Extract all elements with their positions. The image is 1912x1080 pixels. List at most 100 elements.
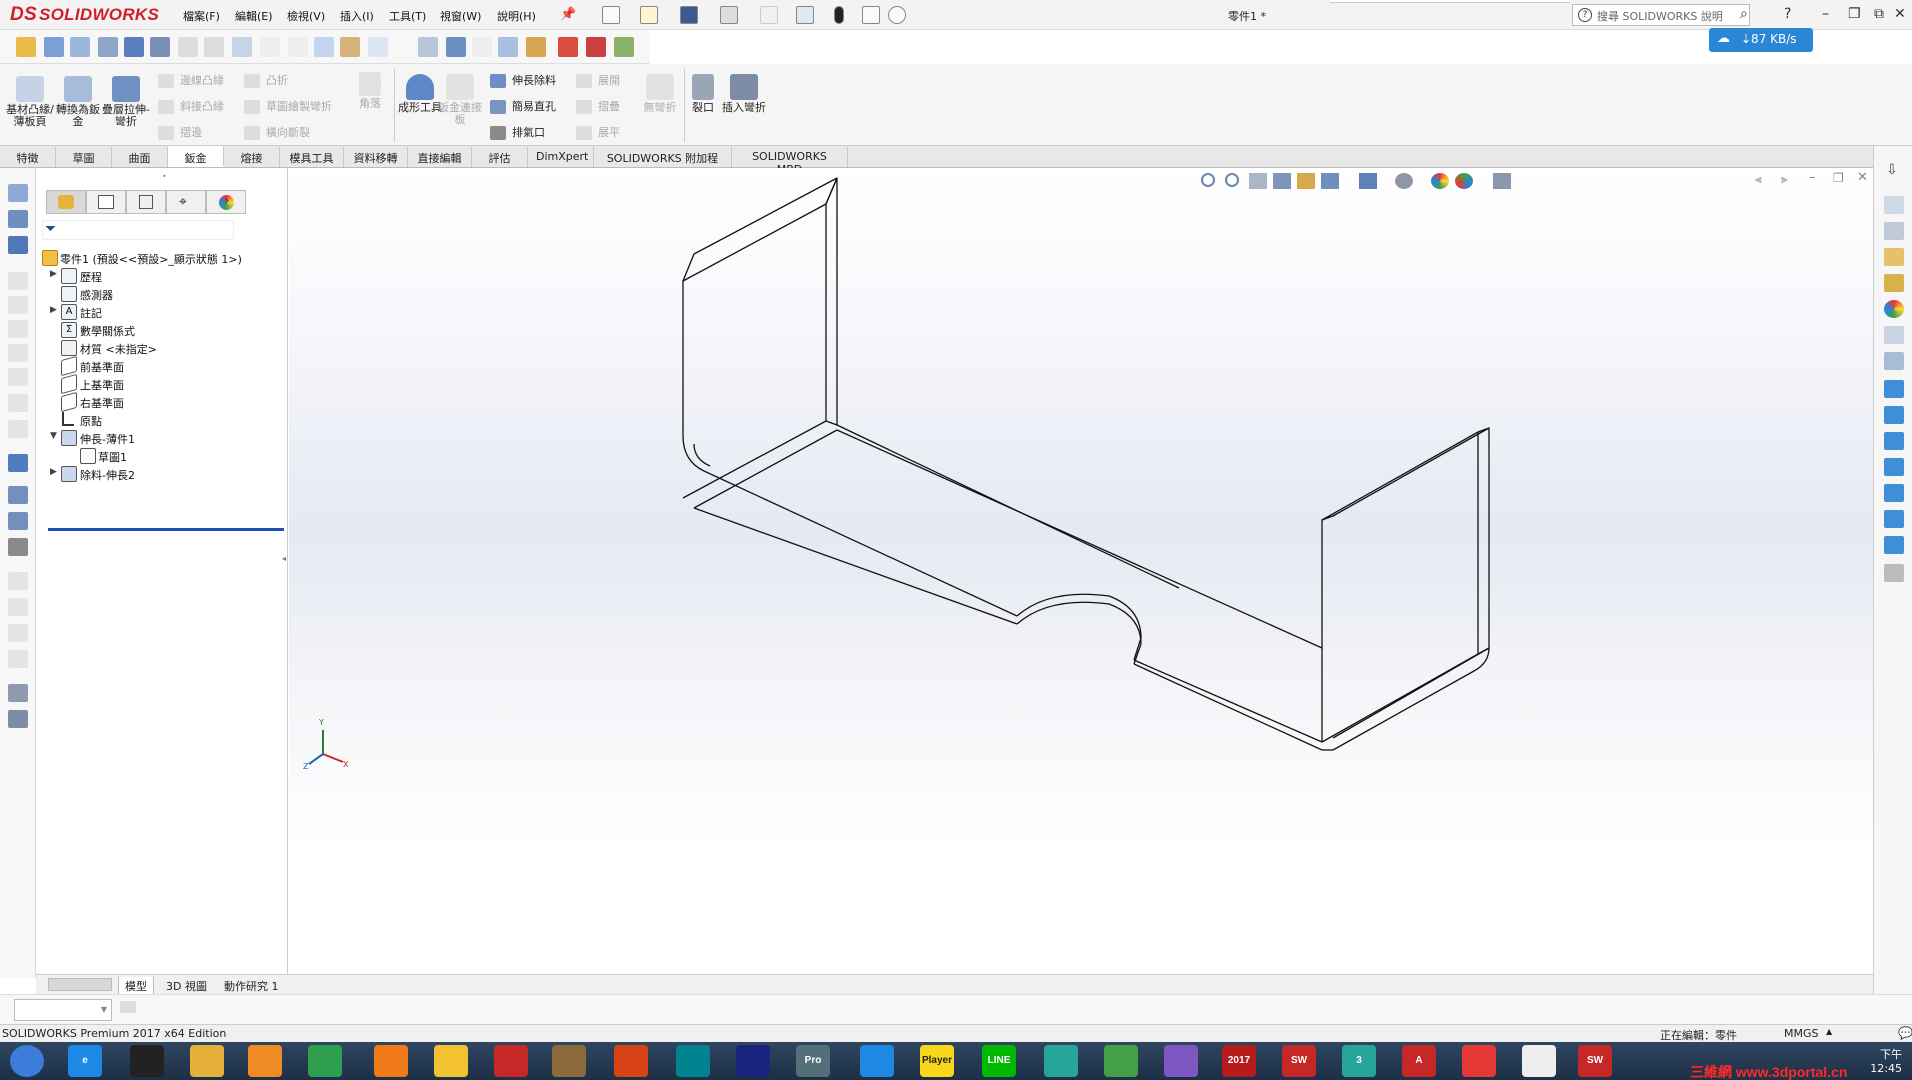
taskbar-chrome-icon[interactable] — [308, 1045, 342, 1077]
tab-evaluate[interactable]: 評估 — [472, 146, 528, 167]
taskbar-sw-active-icon[interactable]: SW — [1578, 1045, 1612, 1077]
magnetic-line-icon[interactable] — [526, 37, 546, 57]
insert-bends-icon[interactable] — [8, 710, 28, 728]
taskbar-sketchup-icon[interactable] — [1462, 1045, 1496, 1077]
taskbar-qq-icon[interactable] — [130, 1045, 164, 1077]
tree-filter[interactable]: ⏷ — [42, 220, 234, 240]
tree-item-material[interactable]: 材質 <未指定> — [36, 338, 286, 358]
edge-flange-icon[interactable] — [8, 272, 28, 290]
menu-window[interactable]: 視窗(W) — [440, 8, 481, 24]
tab-solidworks-mbd[interactable]: SOLIDWORKS MBD — [732, 146, 848, 176]
lofted-bend-button[interactable]: 疊層拉伸-彎折 — [102, 76, 150, 128]
tree-item-extrude-thin[interactable]: ▼ 伸長-薄件1 — [36, 428, 286, 448]
fold-icon[interactable] — [8, 598, 28, 616]
taskbar-disk-icon[interactable] — [736, 1045, 770, 1077]
menu-view[interactable]: 檢視(V) — [287, 8, 325, 24]
convert-sheet-metal-icon[interactable] — [8, 210, 28, 228]
view-top-icon[interactable] — [1884, 458, 1904, 476]
note-icon[interactable] — [44, 37, 64, 57]
taskbar-pro-icon[interactable]: Pro — [796, 1045, 830, 1077]
menu-tools[interactable]: 工具(T) — [389, 8, 426, 24]
table-icon[interactable] — [368, 37, 388, 57]
tree-item-sensors[interactable]: 感測器 — [36, 284, 286, 304]
tab-weldments[interactable]: 熔接 — [224, 146, 280, 167]
auto-balloon-icon[interactable] — [98, 37, 118, 57]
search-icon[interactable]: ⌕ — [1740, 6, 1748, 22]
tab-features[interactable]: 特徵 — [0, 146, 56, 167]
sheet-metal-gusset-button[interactable]: 鈑金連接板 — [436, 74, 484, 126]
dimxpertmanager-tab[interactable]: ⌖ — [166, 190, 206, 214]
menu-help[interactable]: 說明(H) — [497, 8, 536, 24]
open-folder-icon[interactable] — [640, 6, 658, 24]
hem-button[interactable]: 摺邊 — [158, 124, 202, 140]
restore-down-icon[interactable]: ⧉ — [1874, 6, 1884, 22]
expand-arrow-icon[interactable]: ▶ — [50, 467, 60, 477]
taskbar-mail-icon[interactable] — [676, 1045, 710, 1077]
tree-item-sketch1[interactable]: 草圖1 — [36, 446, 286, 466]
tab-scroll-arrows[interactable] — [48, 978, 112, 991]
view-left-icon[interactable] — [1884, 536, 1904, 554]
tab-solidworks-addins[interactable]: SOLIDWORKS 附加程式 — [594, 146, 732, 181]
convert-to-sheet-metal-button[interactable]: 轉換為鈑金 — [54, 76, 102, 128]
taskbar-kite-icon[interactable] — [1044, 1045, 1078, 1077]
taskbar-video-icon[interactable] — [1104, 1045, 1138, 1077]
taskbar-line-icon[interactable]: LINE — [982, 1045, 1016, 1077]
help-search-field[interactable]: ? 搜尋 SOLIDWORKS 說明 — [1572, 4, 1750, 26]
view-right-icon[interactable] — [1884, 510, 1904, 528]
view-box-icon[interactable] — [1884, 380, 1904, 398]
rip-button[interactable]: 裂口 — [686, 74, 720, 114]
taskbar-baidu-icon[interactable] — [860, 1045, 894, 1077]
menu-edit[interactable]: 編輯(E) — [235, 8, 273, 24]
sketched-bend-button[interactable]: 草圖繪製彎折 — [244, 98, 332, 114]
taskbar-player-icon[interactable]: Player — [920, 1045, 954, 1077]
panel-collapse-handle[interactable]: ◂ — [282, 554, 286, 563]
dropdown-arrow-icon[interactable]: ▼ — [101, 1005, 107, 1014]
tab-data-migration[interactable]: 資料移轉 — [344, 146, 408, 167]
measure-icon[interactable] — [1884, 564, 1904, 582]
flatten-icon[interactable] — [8, 624, 28, 642]
vent-icon[interactable] — [8, 538, 28, 556]
no-bends-button[interactable]: 無彎折 — [636, 74, 684, 114]
options-gear-icon[interactable] — [888, 6, 906, 24]
datum-feature-icon[interactable] — [178, 37, 198, 57]
smart-dimension-icon[interactable] — [16, 37, 36, 57]
rollback-bar[interactable] — [48, 528, 284, 531]
flatten-button[interactable]: 展平 — [576, 124, 620, 140]
tree-root[interactable]: 零件1 (預設<<預設>_顯示狀態 1>) — [36, 248, 286, 268]
restore-icon[interactable]: ❐ — [1848, 6, 1861, 22]
panel-grip[interactable]: • — [162, 172, 167, 181]
save-icon[interactable] — [680, 6, 698, 24]
undo-icon[interactable] — [760, 6, 778, 24]
taskbar-paint-icon[interactable] — [434, 1045, 468, 1077]
close-icon[interactable]: ✕ — [1894, 6, 1906, 22]
unfold-icon[interactable] — [8, 572, 28, 590]
origin-arrow-icon[interactable]: ⇩ — [1886, 162, 1898, 178]
tab-mold-tools[interactable]: 模具工具 — [280, 146, 344, 167]
taskbar-tool-icon[interactable] — [552, 1045, 586, 1077]
expand-arrow-icon[interactable]: ▶ — [50, 269, 60, 279]
command-icon[interactable] — [120, 1001, 136, 1013]
simple-hole-icon[interactable] — [8, 512, 28, 530]
rip-icon[interactable] — [8, 684, 28, 702]
forming-tool-icon[interactable] — [8, 454, 28, 472]
taskbar-start-icon[interactable] — [10, 1045, 44, 1077]
hem-icon[interactable] — [8, 320, 28, 338]
cross-break-button[interactable]: 橫向斷裂 — [244, 124, 310, 140]
tab-3d-views[interactable]: 3D 視圖 — [160, 977, 213, 995]
format-painter-icon[interactable] — [340, 37, 360, 57]
minimize-icon[interactable]: – — [1822, 6, 1829, 22]
graphics-area[interactable]: ⫷ ⫸ – ❐ ✕ Y X Z — [289, 168, 1873, 974]
tab-sketch[interactable]: 草圖 — [56, 146, 112, 167]
tab-dimxpert[interactable]: DimXpert — [528, 146, 594, 167]
chat-icon[interactable]: 💬 — [1898, 1026, 1912, 1040]
featuremanager-tab[interactable] — [46, 190, 86, 214]
view-iso-icon[interactable] — [1884, 484, 1904, 502]
cross-break-icon[interactable] — [8, 394, 28, 412]
solidworks-resources-icon[interactable] — [1884, 196, 1904, 214]
spline-icon[interactable] — [288, 37, 308, 57]
taskbar-autocad-icon[interactable]: A — [1402, 1045, 1436, 1077]
miter-flange-icon[interactable] — [8, 296, 28, 314]
sheet-metal-part-model[interactable] — [289, 168, 1873, 974]
taskbar-explorer-icon[interactable] — [190, 1045, 224, 1077]
new-document-icon[interactable] — [602, 6, 620, 24]
